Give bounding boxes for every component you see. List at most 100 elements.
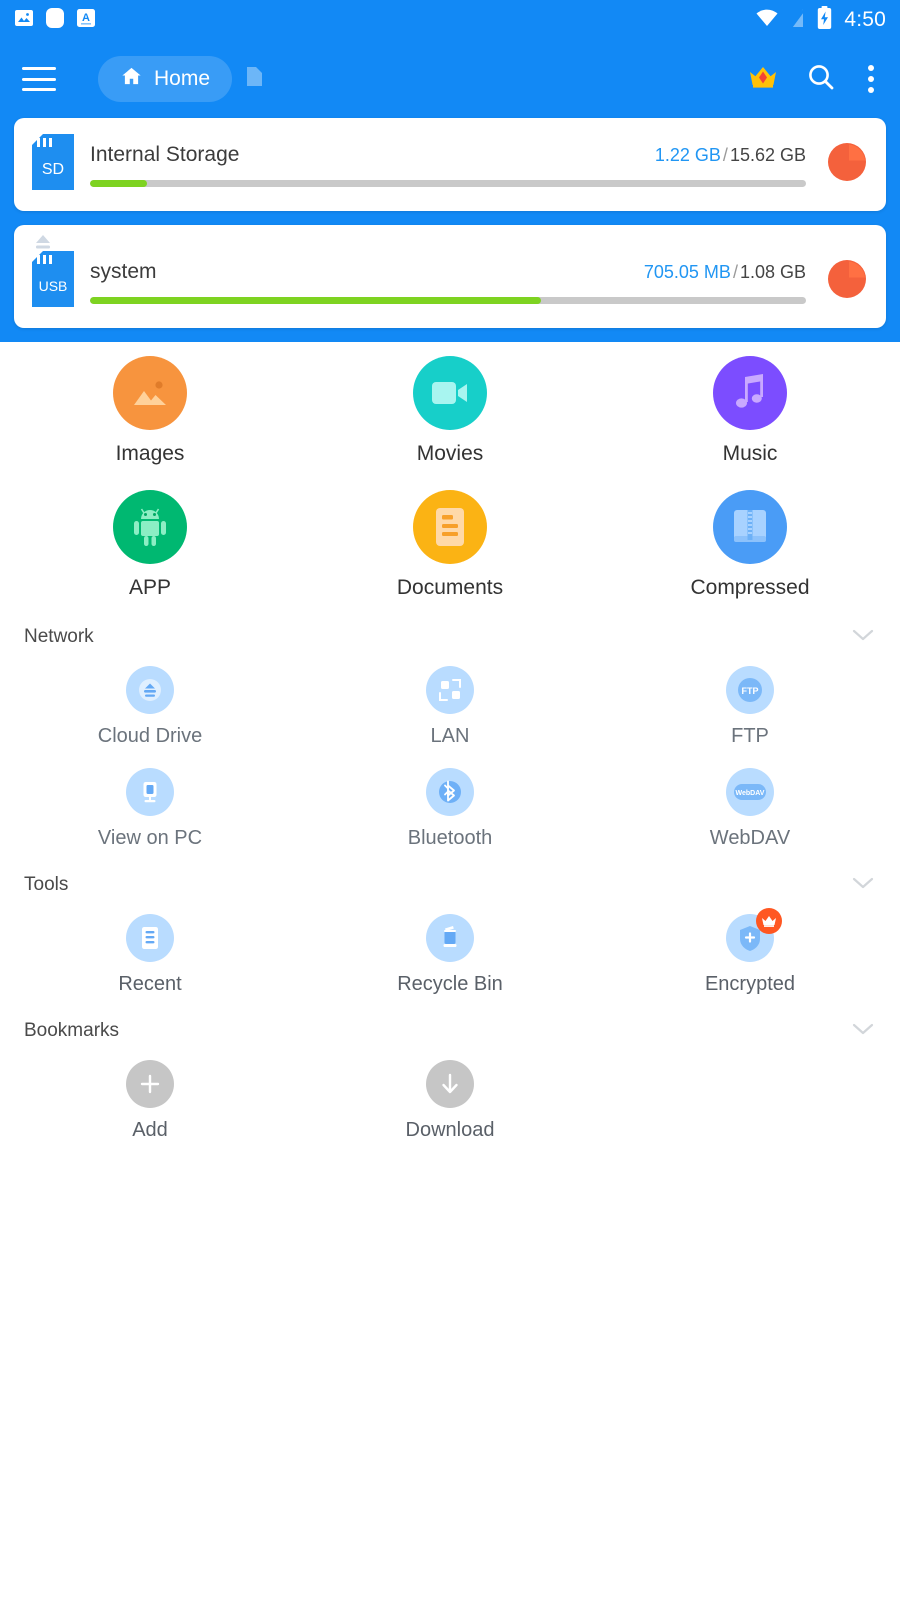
- storage-name: system: [90, 259, 157, 283]
- trash-icon: [426, 914, 474, 962]
- music-note-icon: [713, 356, 787, 430]
- file-icon: [246, 66, 263, 92]
- tools-grid: Recent Recycle Bin Encrypted: [0, 902, 900, 1004]
- battery-charging-icon: [817, 5, 832, 35]
- main-content: Images Movies Music APP Documents Compre…: [0, 342, 900, 1160]
- storage-used: 1.22 GB: [654, 144, 721, 165]
- svg-text:WebDAV: WebDAV: [736, 790, 765, 797]
- recent-document-icon: [126, 914, 174, 962]
- signal-off-icon: [789, 7, 807, 34]
- network-label: WebDAV: [709, 827, 791, 849]
- crown-icon[interactable]: [748, 64, 778, 95]
- storage-total: 1.08 GB: [739, 261, 806, 282]
- chevron-down-icon[interactable]: [850, 1021, 876, 1042]
- storage-card-internal[interactable]: SD Internal Storage 1.22 GB/15.62 GB: [14, 118, 886, 211]
- image-icon: [14, 8, 34, 33]
- category-label: Images: [115, 442, 185, 465]
- storage-card-body: system 705.05 MB/1.08 GB: [90, 260, 806, 304]
- network-label: LAN: [430, 725, 470, 747]
- section-header-bookmarks[interactable]: Bookmarks: [0, 1004, 900, 1048]
- breadcrumb: Home: [98, 56, 263, 102]
- category-app[interactable]: APP: [0, 476, 300, 610]
- image-icon: [113, 356, 187, 430]
- category-documents[interactable]: Documents: [300, 476, 600, 610]
- bookmarks-grid: Add Download: [0, 1048, 900, 1150]
- rounded-square-icon: [45, 7, 65, 34]
- category-music[interactable]: Music: [600, 342, 900, 476]
- storage-total: 15.62 GB: [729, 144, 806, 165]
- category-label: Music: [722, 442, 778, 465]
- storage-name: Internal Storage: [90, 142, 240, 166]
- pie-chart-icon[interactable]: [826, 141, 868, 188]
- letter-a-icon: A: [76, 8, 96, 33]
- monitor-icon: [126, 768, 174, 816]
- overflow-menu-icon[interactable]: [864, 61, 878, 97]
- storage-size: 1.22 GB/15.62 GB: [655, 145, 806, 166]
- svg-text:A: A: [82, 12, 90, 24]
- chevron-down-icon[interactable]: [850, 875, 876, 896]
- sd-card-icon: SD: [32, 134, 74, 195]
- plus-icon: [126, 1060, 174, 1108]
- tools-item-recycle-bin[interactable]: Recycle Bin: [300, 902, 600, 1004]
- hamburger-icon[interactable]: [22, 67, 56, 91]
- tools-label: Encrypted: [704, 973, 796, 995]
- network-item-view-on-pc[interactable]: View on PC: [0, 756, 300, 858]
- network-label: Cloud Drive: [97, 725, 203, 747]
- bookmark-item-download[interactable]: Download: [300, 1048, 600, 1150]
- network-item-lan[interactable]: LAN: [300, 654, 600, 756]
- storage-list: SD Internal Storage 1.22 GB/15.62 GB USB…: [0, 118, 900, 342]
- tools-item-recent[interactable]: Recent: [0, 902, 300, 1004]
- toolbar-actions: [748, 61, 878, 97]
- category-label: Movies: [416, 442, 484, 465]
- svg-text:SD: SD: [42, 161, 64, 178]
- category-grid: Images Movies Music APP Documents Compre…: [0, 342, 900, 610]
- svg-text:FTP: FTP: [742, 686, 759, 696]
- webdav-icon: WebDAV: [726, 768, 774, 816]
- bookmark-label: Add: [132, 1119, 168, 1141]
- cloud-drive-icon: [126, 666, 174, 714]
- network-label: FTP: [731, 725, 769, 747]
- storage-separator: /: [732, 261, 738, 282]
- bookmark-item-add[interactable]: Add: [0, 1048, 300, 1150]
- breadcrumb-item-home[interactable]: Home: [98, 56, 233, 102]
- storage-separator: /: [722, 144, 728, 165]
- storage-card-row: Internal Storage 1.22 GB/15.62 GB: [90, 143, 806, 167]
- document-icon: [413, 490, 487, 564]
- category-label: Documents: [396, 576, 504, 599]
- tools-label: Recycle Bin: [397, 973, 503, 995]
- category-label: APP: [128, 576, 172, 599]
- network-item-ftp[interactable]: FTP FTP: [600, 654, 900, 756]
- network-item-cloud-drive[interactable]: Cloud Drive: [0, 654, 300, 756]
- app-toolbar: Home: [0, 40, 900, 118]
- section-header-network[interactable]: Network: [0, 610, 900, 654]
- storage-progress-bar: [90, 296, 806, 304]
- chevron-down-icon[interactable]: [850, 627, 876, 648]
- storage-card-system[interactable]: USB system 705.05 MB/1.08 GB: [14, 225, 886, 328]
- tools-label: Recent: [118, 973, 182, 995]
- search-icon[interactable]: [806, 62, 836, 97]
- tools-item-encrypted[interactable]: Encrypted: [600, 902, 900, 1004]
- eject-icon[interactable]: [32, 233, 54, 258]
- pie-chart-icon[interactable]: [826, 258, 868, 305]
- storage-card-body: Internal Storage 1.22 GB/15.62 GB: [90, 143, 806, 187]
- breadcrumb-home-label: Home: [154, 67, 211, 90]
- category-movies[interactable]: Movies: [300, 342, 600, 476]
- category-images[interactable]: Images: [0, 342, 300, 476]
- archive-icon: [713, 490, 787, 564]
- section-header-tools[interactable]: Tools: [0, 858, 900, 902]
- network-item-bluetooth[interactable]: Bluetooth: [300, 756, 600, 858]
- download-arrow-icon: [426, 1060, 474, 1108]
- network-item-webdav[interactable]: WebDAV WebDAV: [600, 756, 900, 858]
- category-compressed[interactable]: Compressed: [600, 476, 900, 610]
- bluetooth-icon: [426, 768, 474, 816]
- shield-plus-icon: [726, 908, 782, 962]
- status-bar: A 4:50: [0, 0, 900, 40]
- lan-icon: [426, 666, 474, 714]
- storage-progress-fill: [90, 179, 148, 187]
- network-label: Bluetooth: [407, 827, 493, 849]
- section-title: Bookmarks: [24, 1020, 120, 1041]
- status-bar-clock: 4:50: [844, 8, 886, 31]
- section-title: Network: [24, 626, 94, 647]
- category-label: Compressed: [690, 576, 810, 599]
- status-bar-right: 4:50: [755, 5, 886, 35]
